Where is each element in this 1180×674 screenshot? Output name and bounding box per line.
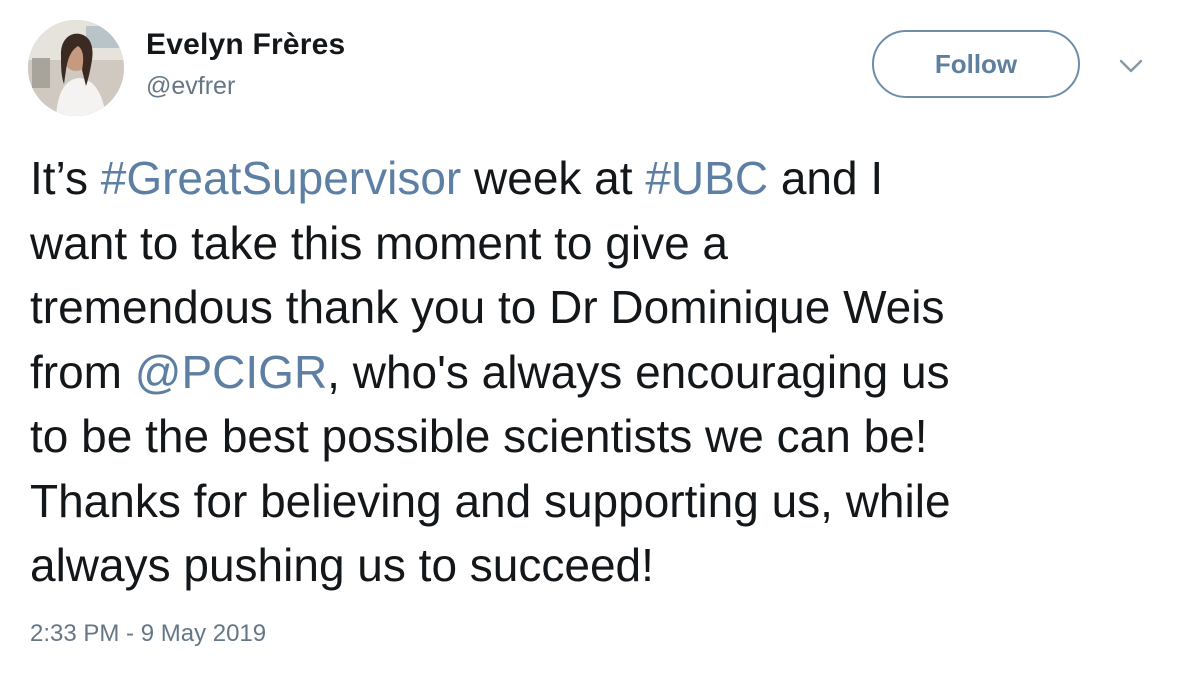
display-name[interactable]: Evelyn Frères — [146, 28, 345, 62]
tweet-line: always pushing us to succeed! — [30, 533, 1160, 598]
tweet-line: to be the best possible scientists we ca… — [30, 404, 1160, 469]
tweet-line: tremendous thank you to Dr Dominique Wei… — [30, 275, 1160, 340]
hashtag-link[interactable]: #GreatSupervisor — [101, 152, 462, 204]
tweet-text: It’s #GreatSupervisor week at #UBC and I… — [30, 146, 1160, 598]
tweet-text-segment: tremendous thank you to Dr Dominique Wei… — [30, 281, 945, 333]
avatar[interactable] — [28, 20, 124, 116]
tweet-line: It’s #GreatSupervisor week at #UBC and I — [30, 146, 1160, 211]
avatar-image — [28, 20, 124, 116]
tweet-card: Evelyn Frères @evfrer Follow It’s #Great… — [0, 0, 1180, 674]
tweet-text-segment: always pushing us to succeed! — [30, 539, 654, 591]
username[interactable]: @evfrer — [146, 72, 235, 101]
tweet-text-segment: , who's always encouraging us — [327, 345, 950, 398]
tweet-text-segment: want to take this moment to give a — [30, 216, 729, 269]
hashtag-link[interactable]: #UBC — [645, 152, 768, 204]
timestamp[interactable]: 2:33 PM - 9 May 2019 — [30, 620, 266, 648]
tweet-text-segment: and I — [768, 152, 884, 204]
follow-button[interactable]: Follow — [872, 30, 1080, 98]
tweet-text-segment: from — [30, 345, 135, 398]
tweet-text-segment: to be the best possible scientists we ca… — [30, 410, 928, 462]
tweet-text-segment: It’s — [30, 152, 101, 204]
tweet-line: want to take this moment to give a — [30, 211, 1160, 276]
chevron-down-icon[interactable] — [1118, 56, 1144, 76]
mention-link[interactable]: @PCIGR — [135, 346, 327, 398]
tweet-text-segment: week at — [461, 152, 646, 204]
tweet-line: Thanks for believing and supporting us, … — [30, 469, 1160, 534]
tweet-text-segment: Thanks for believing and supporting us, … — [30, 474, 951, 527]
tweet-line: from @PCIGR, who's always encouraging us — [30, 340, 1160, 405]
